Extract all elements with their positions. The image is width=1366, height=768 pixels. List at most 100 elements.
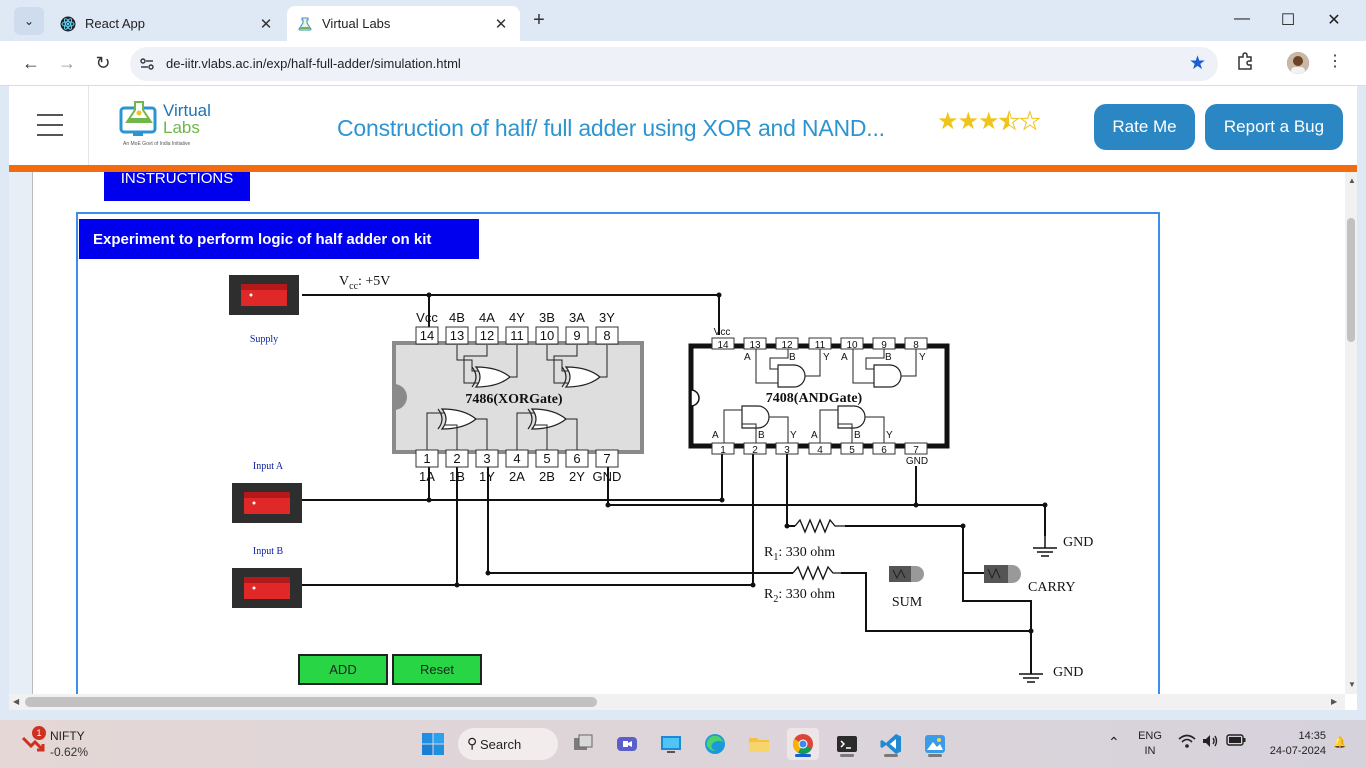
add-button[interactable]: ADD	[298, 654, 388, 685]
hamburger-menu-icon[interactable]	[37, 114, 63, 136]
photos-app-icon[interactable]	[919, 728, 951, 760]
report-bug-button[interactable]: Report a Bug	[1205, 104, 1343, 150]
language-line1: ENG	[1138, 730, 1162, 742]
windows-start-icon[interactable]	[417, 728, 449, 760]
svg-text:GND: GND	[906, 456, 928, 467]
svg-text:11: 11	[510, 328, 524, 343]
svg-text:1: 1	[720, 445, 726, 456]
svg-text:1Y: 1Y	[479, 469, 495, 484]
vscode-icon[interactable]	[875, 728, 907, 760]
terminal-icon[interactable]	[831, 728, 863, 760]
svg-text:3: 3	[784, 445, 790, 456]
search-label: Search	[480, 736, 522, 752]
svg-text:2B: 2B	[539, 469, 555, 484]
desktop-app-icon[interactable]	[655, 728, 687, 760]
svg-text:11: 11	[815, 340, 826, 351]
bookmark-star-icon[interactable]: ★	[1189, 52, 1206, 75]
address-bar[interactable]: de-iitr.vlabs.ac.in/exp/half-full-adder/…	[130, 47, 1218, 81]
url-text[interactable]: de-iitr.vlabs.ac.in/exp/half-full-adder/…	[166, 56, 461, 71]
star-icon: ★	[978, 108, 999, 135]
maximize-icon[interactable]: ☐	[1276, 10, 1300, 30]
and-chip-7408: A B Y A B Y A B Y A B Y 7408(ANDGate)	[688, 343, 950, 449]
taskbar-search[interactable]: ⚲ Search	[458, 728, 558, 760]
carry-label: CARRY	[1028, 580, 1075, 595]
language-indicator[interactable]: ENG IN	[1136, 730, 1164, 757]
stock-change: -0.62%	[50, 745, 89, 759]
carry-led	[984, 565, 1021, 583]
sum-label: SUM	[892, 595, 923, 610]
svg-text:4A: 4A	[479, 310, 495, 325]
chrome-icon[interactable]	[787, 728, 819, 760]
horizontal-scrollbar[interactable]: ◀ ▶	[9, 694, 1345, 710]
svg-text:10: 10	[846, 340, 858, 351]
new-tab-button[interactable]: +	[528, 9, 550, 31]
tab-virtual-labs[interactable]: Virtual Labs ✕	[287, 6, 520, 41]
profile-avatar[interactable]	[1287, 52, 1309, 74]
instructions-button[interactable]: INSTRUCTIONS	[104, 172, 250, 201]
forward-arrow-icon[interactable]: →	[56, 52, 78, 74]
battery-icon[interactable]	[1226, 734, 1246, 749]
web-page: Virtual Labs An MoE Govt of India Initia…	[9, 86, 1357, 710]
task-view-icon[interactable]	[567, 728, 599, 760]
more-menu-icon[interactable]: ⋮	[1323, 51, 1347, 75]
svg-text:GND: GND	[593, 469, 622, 484]
scroll-right-icon[interactable]: ▶	[1331, 697, 1337, 706]
svg-text:14: 14	[420, 328, 434, 343]
svg-text:6: 6	[881, 445, 887, 456]
rating-stars: ★★★★★	[937, 107, 1041, 136]
scroll-down-icon[interactable]: ▼	[1348, 680, 1356, 689]
reset-button[interactable]: Reset	[392, 654, 482, 685]
star-icon: ★	[937, 108, 958, 135]
teams-meet-icon[interactable]	[611, 728, 643, 760]
close-icon[interactable]: ✕	[257, 15, 275, 33]
header-accent-bar	[9, 165, 1357, 172]
close-icon[interactable]: ✕	[492, 15, 510, 33]
scroll-up-icon[interactable]: ▲	[1348, 176, 1356, 185]
window-close-icon[interactable]: ✕	[1322, 10, 1346, 30]
scroll-left-icon[interactable]: ◀	[13, 697, 19, 706]
svg-text:3: 3	[483, 451, 490, 466]
svg-text:2A: 2A	[509, 469, 525, 484]
content-panel: INSTRUCTIONS Experiment to perform logic…	[32, 172, 1345, 694]
wifi-icon[interactable]	[1178, 733, 1196, 752]
svg-text:A: A	[841, 352, 848, 363]
xor-chip-7486: 7486(XORGate)	[392, 341, 644, 454]
svg-text:8: 8	[913, 340, 919, 351]
vertical-scrollbar[interactable]: ▲ ▼	[1345, 172, 1357, 694]
vcc-label: Vcc: +5V	[339, 274, 390, 292]
volume-icon[interactable]	[1201, 733, 1219, 752]
site-settings-icon[interactable]	[139, 56, 155, 72]
back-arrow-icon[interactable]: ←	[20, 52, 42, 74]
svg-text:1B: 1B	[449, 469, 465, 484]
file-explorer-icon[interactable]	[743, 728, 775, 760]
simulation-box: Experiment to perform logic of half adde…	[76, 212, 1160, 694]
svg-text:Vcc: Vcc	[416, 310, 438, 325]
browser-toolbar: ← → ↻ de-iitr.vlabs.ac.in/exp/half-full-…	[0, 41, 1366, 86]
windows-taskbar: 1 NIFTY -0.62% ⚲ Search ⌃ ENG IN 14:35 2…	[0, 720, 1366, 768]
chevron-up-icon[interactable]: ⌃	[1108, 734, 1120, 751]
search-icon: ⚲	[467, 735, 478, 751]
input-a-switch[interactable]	[232, 483, 302, 523]
tab-react-app[interactable]: React App ✕	[50, 6, 285, 41]
vertical-scroll-thumb[interactable]	[1347, 218, 1355, 342]
minimize-icon[interactable]: —	[1230, 10, 1254, 28]
logo-line2: Labs	[163, 118, 200, 137]
stock-widget-icon[interactable]: 1	[21, 726, 46, 754]
input-b-switch[interactable]	[232, 568, 302, 608]
svg-text:A: A	[712, 430, 719, 441]
rate-me-button[interactable]: Rate Me	[1094, 104, 1195, 150]
supply-switch[interactable]	[229, 275, 299, 315]
horizontal-scroll-thumb[interactable]	[25, 697, 597, 707]
notifications-bell-icon[interactable]: 🔔	[1333, 736, 1347, 749]
extensions-icon[interactable]	[1233, 51, 1257, 75]
svg-text:7: 7	[913, 445, 919, 456]
tab-search-button[interactable]: ⌄	[14, 7, 44, 35]
reload-icon[interactable]: ↻	[92, 52, 114, 74]
tab-title: Virtual Labs	[322, 16, 391, 31]
clock[interactable]: 14:35 24-07-2024	[1254, 730, 1326, 757]
svg-text:3B: 3B	[539, 310, 555, 325]
virtual-labs-logo[interactable]: Virtual Labs An MoE Govt of India Initia…	[119, 100, 219, 152]
chevron-down-icon: ⌄	[23, 14, 35, 28]
svg-text:B: B	[789, 352, 796, 363]
edge-browser-icon[interactable]	[699, 728, 731, 760]
